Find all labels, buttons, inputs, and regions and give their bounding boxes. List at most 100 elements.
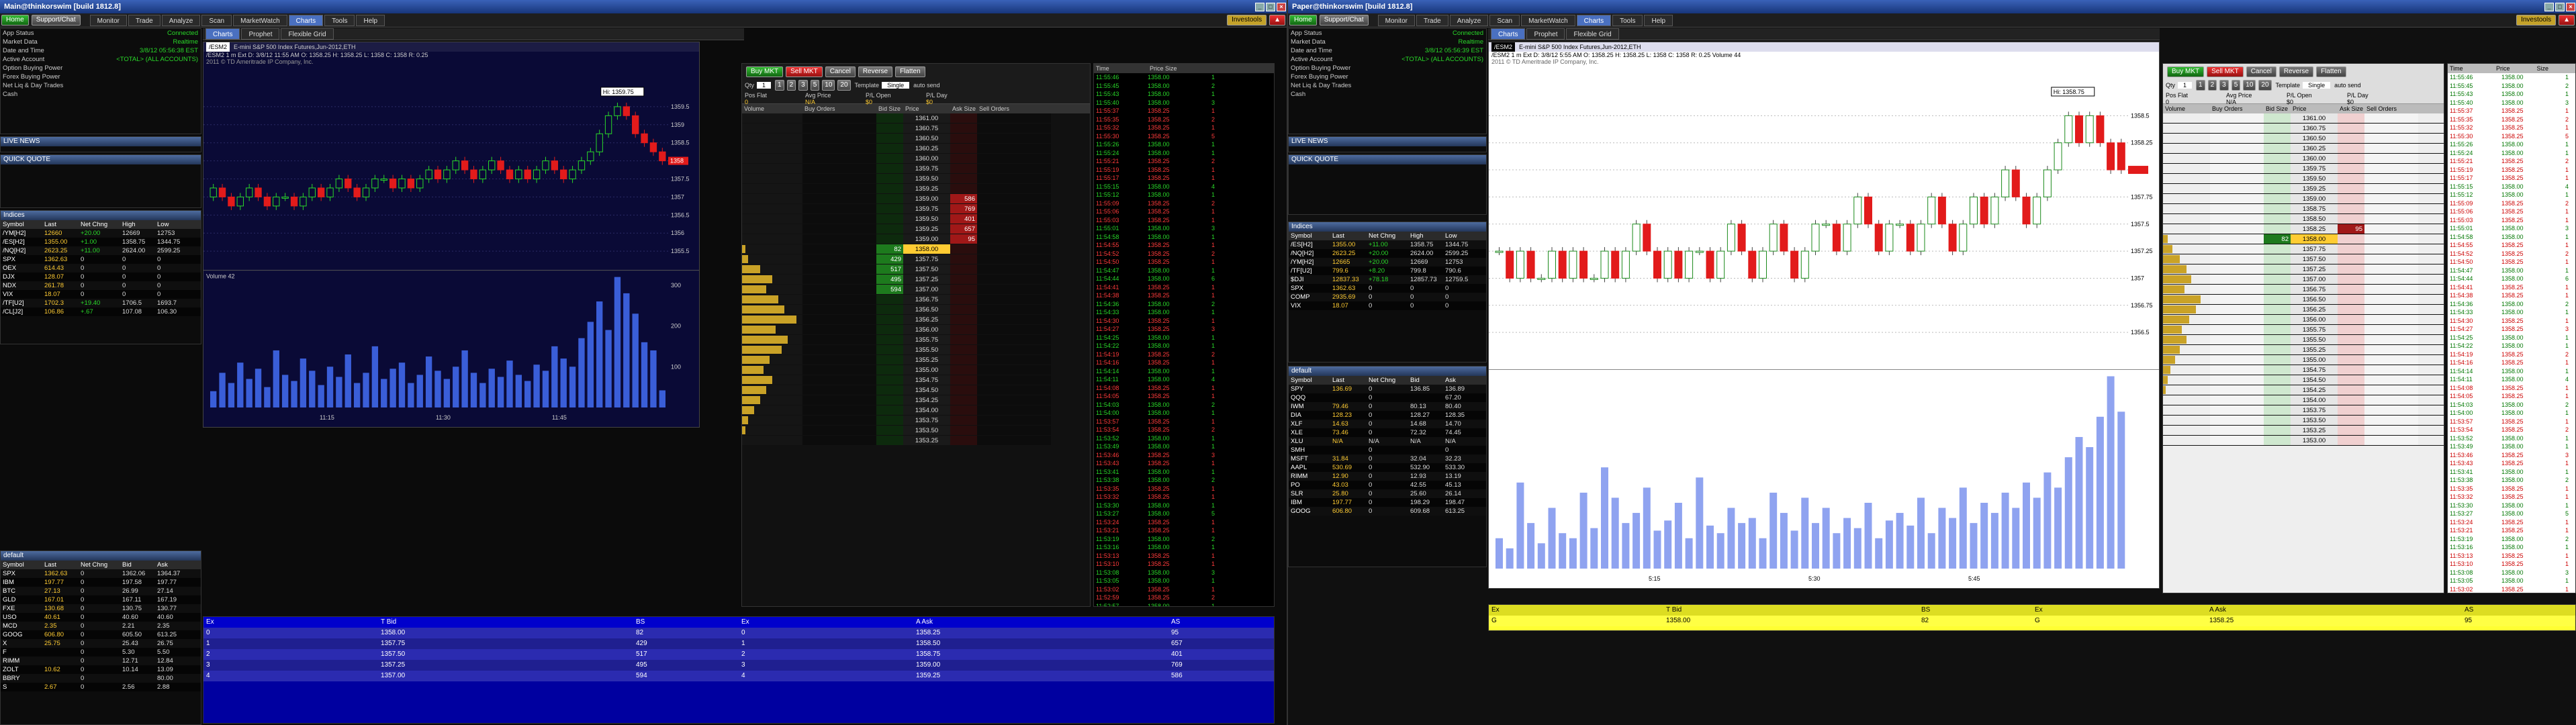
ts-column-header[interactable]: Time <box>1094 64 1148 73</box>
volume-bar[interactable] <box>2096 416 2104 569</box>
bid-size-cell[interactable] <box>2264 254 2291 264</box>
candle[interactable] <box>1621 250 1630 279</box>
tab-monitor[interactable]: Monitor <box>1377 14 1415 26</box>
ask-size-cell[interactable] <box>2338 315 2364 324</box>
qty-preset-button[interactable]: 10 <box>2243 80 2256 91</box>
volume-bar[interactable] <box>2064 457 2072 569</box>
candle[interactable] <box>1917 224 1925 252</box>
title-bar[interactable]: Main@thinkorswim [build 1812.8] _ □ × <box>0 0 1287 13</box>
maximize-icon[interactable]: □ <box>1266 2 1275 11</box>
qty-preset-button[interactable]: 3 <box>798 80 808 91</box>
sell-orders-cell[interactable] <box>2364 113 2418 123</box>
candlestick-chart[interactable]: 1358.51358.2513581357.751357.51357.25135… <box>1489 72 2160 589</box>
price-cell[interactable]: 1361.00 <box>2291 113 2338 123</box>
tab-analyze[interactable]: Analyze <box>161 14 201 26</box>
table-row[interactable]: ZOLT 10.62 0 10.14 13.09 <box>1 665 201 674</box>
volume-bar[interactable] <box>371 346 379 407</box>
sell-orders-cell[interactable] <box>2364 214 2418 224</box>
table-row[interactable]: SLR 25.80 0 25.60 26.14 <box>1289 489 1486 498</box>
volume-bar[interactable] <box>1590 528 1598 569</box>
ask-size-cell[interactable] <box>950 244 977 254</box>
buy-orders-cell[interactable] <box>802 325 876 334</box>
ask-size-cell[interactable] <box>950 295 977 304</box>
volume-bar[interactable] <box>291 381 297 407</box>
buy-orders-cell[interactable] <box>802 295 876 304</box>
ts-column-header[interactable]: Price Size <box>1148 64 1195 73</box>
watchlist-header[interactable]: default <box>1 551 201 561</box>
candle[interactable] <box>1537 277 1546 280</box>
volume-bar[interactable] <box>1527 523 1535 569</box>
price-cell[interactable]: 1358.25 <box>2291 224 2338 234</box>
table-row[interactable]: OEX 614.43 0 0 0 <box>1 264 201 273</box>
buy-orders-cell[interactable] <box>802 285 876 294</box>
table-row[interactable]: XLF 14.63 0 14.68 14.70 <box>1289 420 1486 428</box>
sell-orders-cell[interactable] <box>977 144 1051 153</box>
volume-bar[interactable] <box>1853 528 1861 569</box>
buy-orders-cell[interactable] <box>802 395 876 405</box>
sell-orders-cell[interactable] <box>2364 426 2418 435</box>
volume-bar[interactable] <box>389 369 396 407</box>
price-cell[interactable]: 1354.50 <box>2291 375 2338 385</box>
quick-quote-header[interactable]: QUICK QUOTE <box>1 155 201 164</box>
volume-bar[interactable] <box>1990 513 1998 569</box>
volume-bar[interactable] <box>461 350 468 407</box>
sell-orders-cell[interactable] <box>977 416 1051 425</box>
price-cell[interactable]: 1356.75 <box>2291 285 2338 294</box>
candle[interactable] <box>659 151 666 162</box>
table-row[interactable]: XLU N/A N/A N/A N/A <box>1289 437 1486 446</box>
candle[interactable] <box>416 179 424 189</box>
ask-size-cell[interactable] <box>2338 335 2364 344</box>
sell-orders-cell[interactable] <box>2364 194 2418 203</box>
qty-preset-button[interactable]: 1 <box>2196 80 2205 91</box>
price-cell[interactable]: 1353.50 <box>903 426 950 435</box>
buy-orders-cell[interactable] <box>802 426 876 435</box>
volume-bar[interactable] <box>1759 538 1767 569</box>
buy-orders-cell[interactable] <box>802 224 876 234</box>
sell-orders-cell[interactable] <box>977 184 1051 193</box>
bid-size-cell[interactable] <box>2264 214 2291 224</box>
ask-size-cell[interactable] <box>2338 285 2364 294</box>
ask-size-cell[interactable] <box>2338 375 2364 385</box>
bid-size-cell[interactable] <box>2264 134 2291 143</box>
table-row[interactable]: DIA 128.23 0 128.27 128.35 <box>1289 411 1486 420</box>
sell-orders-cell[interactable] <box>2364 275 2418 284</box>
candle[interactable] <box>2022 196 2031 225</box>
qty-preset-button[interactable]: 20 <box>837 80 851 91</box>
bid-size-cell[interactable] <box>876 174 903 183</box>
quote-column-header[interactable] <box>2072 605 2207 616</box>
price-cell[interactable]: 1358.00 <box>2291 234 2338 244</box>
bid-size-cell[interactable] <box>2264 113 2291 123</box>
sell-orders-cell[interactable] <box>977 375 1051 385</box>
buy-orders-cell[interactable] <box>2210 234 2264 244</box>
ask-size-cell[interactable] <box>2338 124 2364 133</box>
volume-bar[interactable] <box>1537 543 1545 569</box>
ask-size-cell[interactable] <box>2338 385 2364 395</box>
volume-bar[interactable] <box>470 373 477 407</box>
price-cell[interactable]: 1358.75 <box>2291 204 2338 213</box>
price-cell[interactable]: 1355.75 <box>903 335 950 344</box>
volume-bar[interactable] <box>569 367 576 407</box>
candle[interactable] <box>443 169 451 180</box>
price-cell[interactable]: 1354.00 <box>2291 395 2338 405</box>
buy-orders-cell[interactable] <box>2210 295 2264 304</box>
buy-orders-cell[interactable] <box>2210 194 2264 203</box>
volume-bar[interactable] <box>1569 538 1577 569</box>
volume-bar[interactable] <box>398 362 406 407</box>
candle[interactable] <box>1516 250 1524 279</box>
price-cell[interactable]: 1360.50 <box>903 134 950 143</box>
candle[interactable] <box>263 196 271 207</box>
candle[interactable] <box>2001 169 2010 197</box>
table-row[interactable]: VIX 18.07 0 0 0 <box>1289 301 1486 310</box>
candle[interactable] <box>308 187 316 197</box>
candle[interactable] <box>1864 196 1872 225</box>
volume-bar[interactable] <box>381 379 387 407</box>
buy-market-button[interactable]: Buy MKT <box>2167 66 2205 77</box>
volume-bar[interactable] <box>1906 525 1915 569</box>
sell-orders-cell[interactable] <box>977 355 1051 365</box>
qty-input[interactable]: 1 <box>757 82 772 89</box>
quote-column-header[interactable]: Ex <box>739 617 779 628</box>
ask-size-cell[interactable] <box>950 264 977 274</box>
buy-orders-cell[interactable] <box>802 375 876 385</box>
volume-bar[interactable] <box>488 369 495 407</box>
reverse-button[interactable]: Reverse <box>2279 66 2314 77</box>
